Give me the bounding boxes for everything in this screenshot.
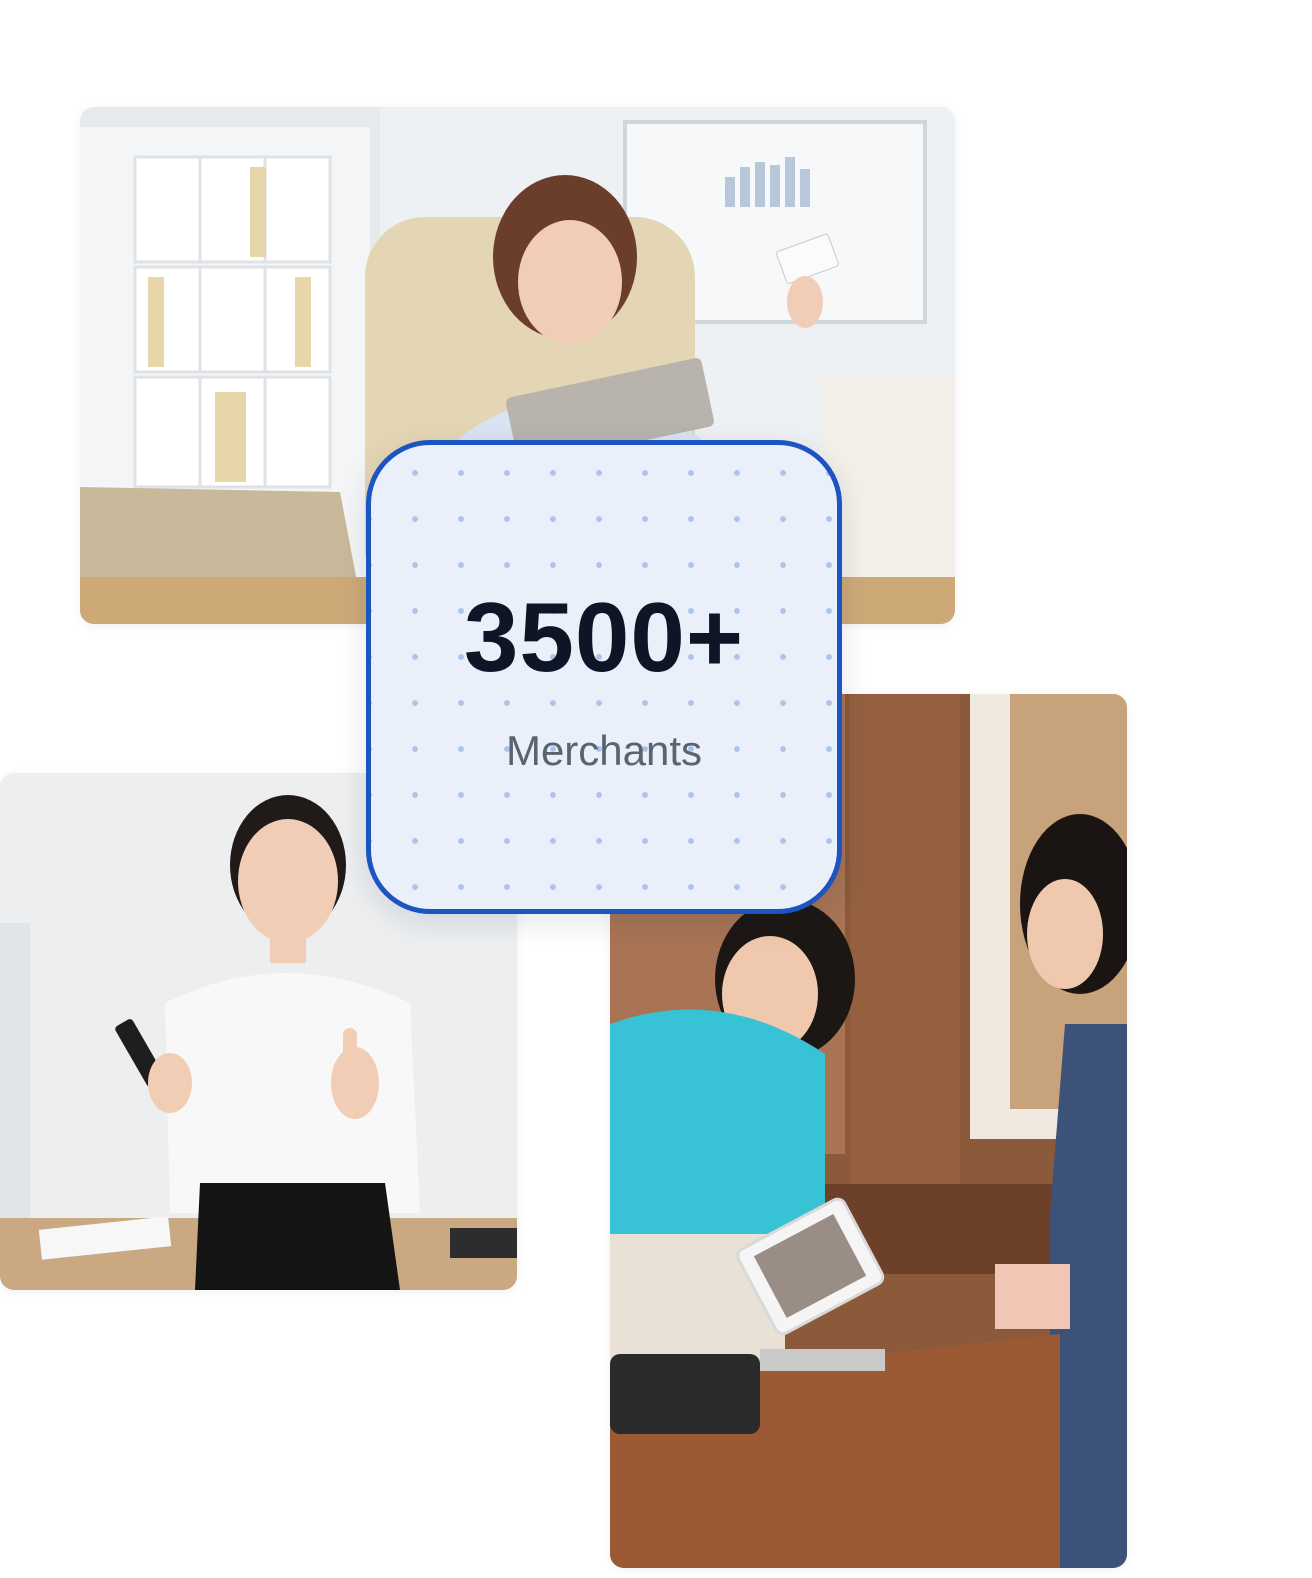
stat-label: Merchants xyxy=(505,727,703,774)
stat-value: 3500+ xyxy=(463,582,745,692)
merchant-stat-card: 3500+ Merchants xyxy=(366,440,842,914)
